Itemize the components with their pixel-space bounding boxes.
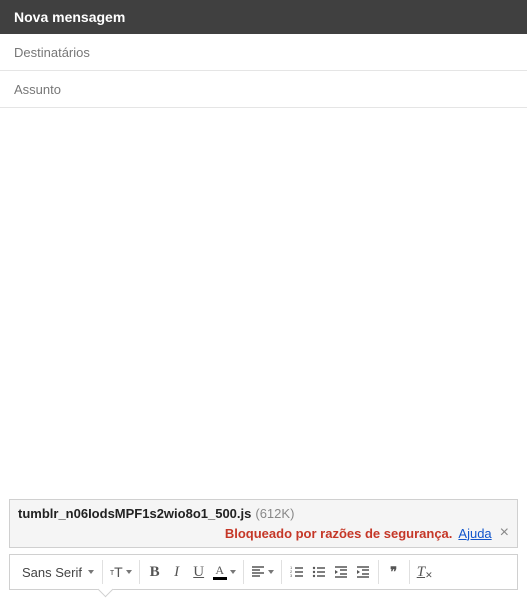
font-family-button[interactable]: Sans Serif [18, 560, 98, 584]
subject-input[interactable] [14, 82, 513, 97]
align-button[interactable] [248, 560, 277, 584]
indent-less-button[interactable] [330, 560, 352, 584]
caret-down-icon [230, 570, 236, 574]
underline-button[interactable]: U [188, 560, 210, 584]
remove-formatting-button[interactable]: T✕ [414, 560, 436, 584]
indent-more-button[interactable] [352, 560, 374, 584]
compose-header[interactable]: Nova mensagem [0, 0, 527, 34]
attachment-filename: tumblr_n06IodsMPF1s2wio8o1_500.js [18, 506, 251, 521]
numbered-list-button[interactable]: 123 [286, 560, 308, 584]
quote-button[interactable]: ❞ [383, 560, 405, 584]
caret-down-icon [268, 570, 274, 574]
attachment-remove-icon[interactable]: × [500, 525, 509, 541]
bold-button[interactable]: B [144, 560, 166, 584]
bottom-zone: tumblr_n06IodsMPF1s2wio8o1_500.js (612K)… [0, 499, 527, 600]
attachment-chip[interactable]: tumblr_n06IodsMPF1s2wio8o1_500.js (612K)… [9, 499, 518, 548]
attachment-help-link[interactable]: Ajuda [458, 526, 491, 541]
font-family-label: Sans Serif [22, 565, 82, 580]
recipients-input[interactable] [14, 45, 513, 60]
compose-title: Nova mensagem [14, 9, 125, 25]
formatting-toolbar: Sans Serif тT B I U A [9, 554, 518, 590]
font-size-button[interactable]: тT [107, 560, 135, 584]
message-body[interactable] [0, 108, 527, 510]
italic-button[interactable]: I [166, 560, 188, 584]
caret-down-icon [126, 570, 132, 574]
bulleted-list-button[interactable] [308, 560, 330, 584]
text-color-button[interactable]: A [210, 560, 239, 584]
attachment-blocked-message: Bloqueado por razões de segurança. [225, 526, 453, 541]
caret-down-icon [88, 570, 94, 574]
recipients-row[interactable] [0, 34, 527, 71]
attachment-size: (612K) [255, 506, 294, 521]
subject-row[interactable] [0, 71, 527, 108]
svg-text:3: 3 [290, 573, 293, 578]
